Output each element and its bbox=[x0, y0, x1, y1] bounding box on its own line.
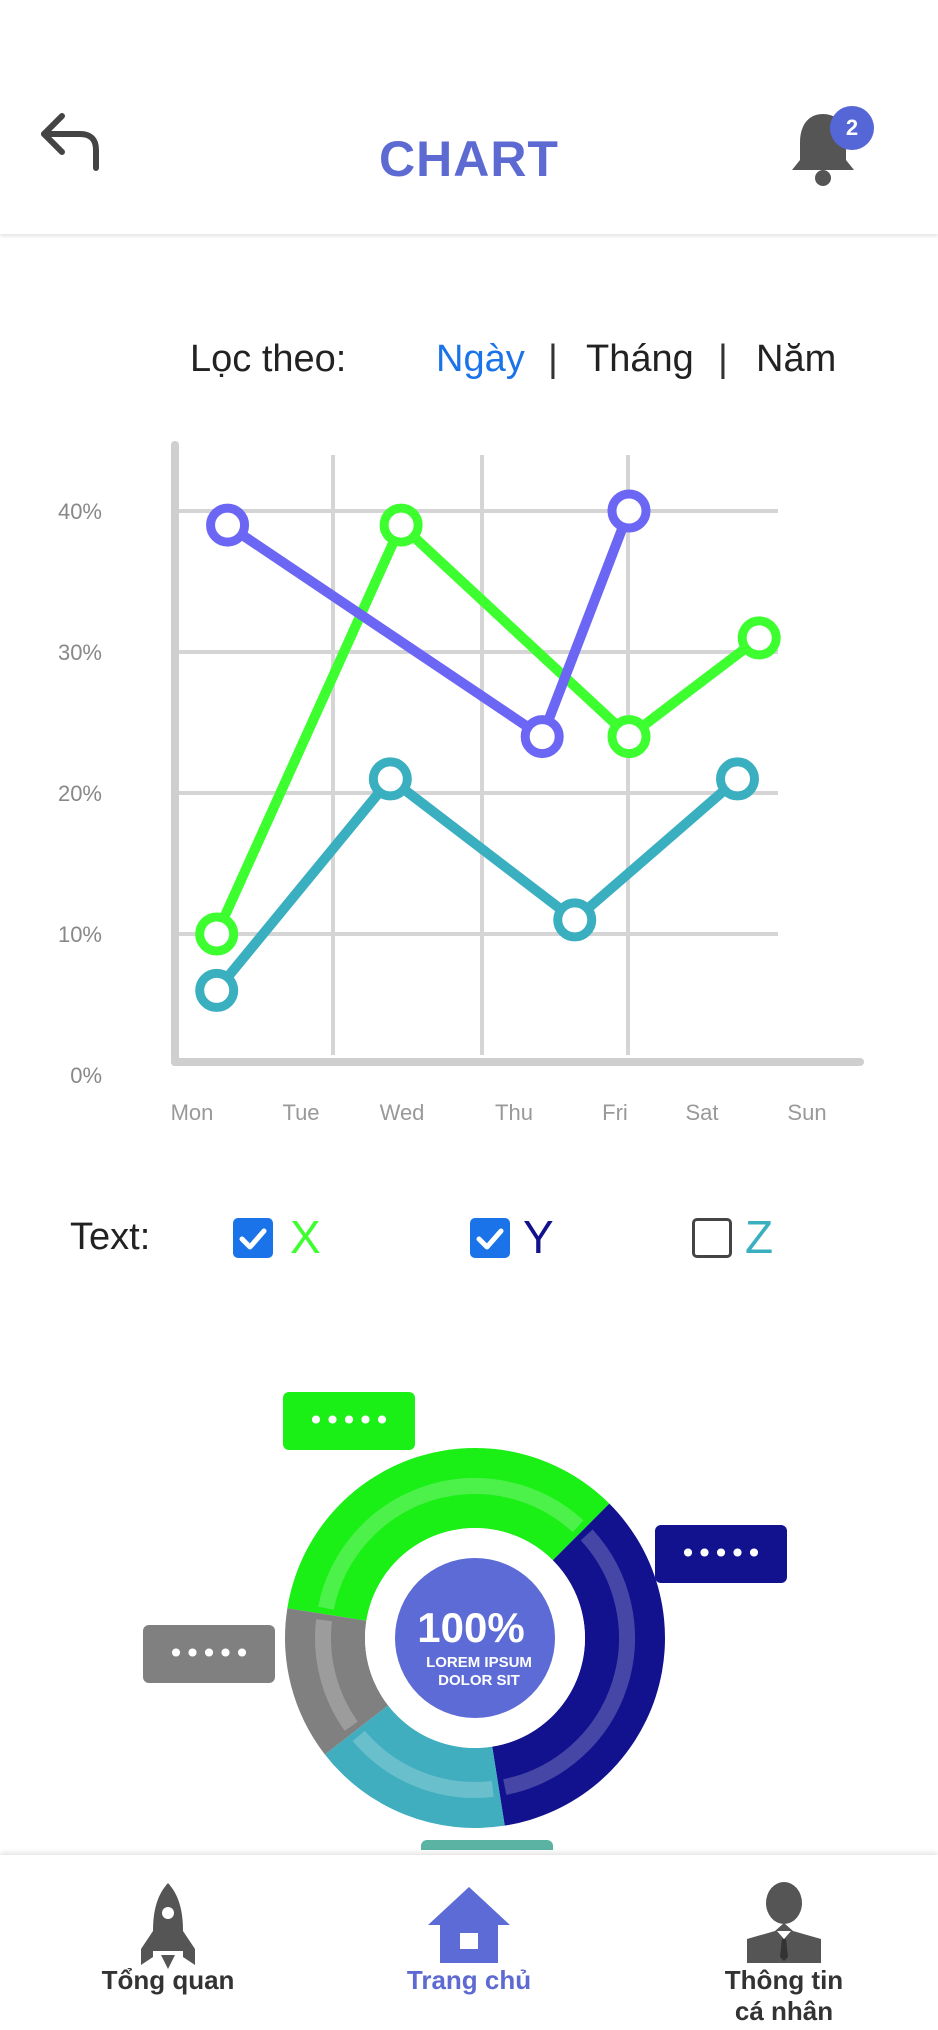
data-point-x bbox=[737, 616, 781, 660]
x-tick-label: Wed bbox=[380, 1100, 425, 1125]
checkbox-z[interactable] bbox=[692, 1218, 732, 1258]
legend-y: Y bbox=[523, 1211, 554, 1263]
y-tick-label: 20% bbox=[58, 781, 102, 806]
nav-label-profile-line1: Thông tin bbox=[724, 1965, 844, 1995]
tag-green-text: ••••• bbox=[308, 1404, 391, 1437]
filter-option-day[interactable]: Ngày bbox=[436, 338, 525, 381]
data-point-z bbox=[195, 968, 239, 1012]
check-icon bbox=[239, 1228, 267, 1250]
x-tick-label: Thu bbox=[495, 1100, 533, 1125]
legend-z: Z bbox=[745, 1211, 774, 1263]
checkbox-x[interactable] bbox=[233, 1218, 273, 1258]
bottom-nav: Tổng quan Trang chủ Thông tin cá nhân bbox=[0, 1855, 938, 2030]
notification-badge: 2 bbox=[830, 106, 874, 150]
data-point-y bbox=[520, 715, 564, 759]
y-tick-label: 30% bbox=[58, 640, 102, 665]
home-icon bbox=[428, 1887, 510, 1963]
donut-center-line1: LOREM IPSUM bbox=[426, 1654, 532, 1671]
series-line-x bbox=[211, 520, 765, 939]
data-point-z bbox=[553, 898, 597, 942]
app-header: CHART 2 bbox=[0, 0, 938, 234]
nav-item-profile[interactable]: Thông tin cá nhân bbox=[634, 1855, 934, 2030]
nav-label-profile: Thông tin cá nhân bbox=[634, 1965, 934, 2027]
legend-label: Text: bbox=[70, 1216, 151, 1258]
y-tick-label: 40% bbox=[58, 499, 102, 524]
tag-gray-text: ••••• bbox=[168, 1637, 251, 1670]
tag-navy-text: ••••• bbox=[680, 1537, 763, 1570]
rocket-icon bbox=[141, 1883, 195, 1969]
y-tick-label: 10% bbox=[58, 922, 102, 947]
data-point-x bbox=[195, 912, 239, 956]
filter-label: Lọc theo: bbox=[190, 338, 347, 380]
donut-center-value: 100% bbox=[417, 1604, 524, 1651]
checkbox-y[interactable] bbox=[470, 1218, 510, 1258]
data-point-y bbox=[206, 503, 250, 547]
data-point-x bbox=[379, 503, 423, 547]
data-point-y bbox=[607, 489, 651, 533]
legend-x: X bbox=[290, 1211, 321, 1263]
x-tick-label: Sun bbox=[787, 1100, 826, 1125]
line-chart: 0% 10% 20% 30% 40% Mon Tue Wed Thu Fri Sat Sun bbox=[58, 441, 864, 1125]
x-tick-label: Sat bbox=[685, 1100, 718, 1125]
donut-center-line2: DOLOR SIT bbox=[438, 1672, 520, 1689]
filter-option-year[interactable]: Năm bbox=[756, 338, 836, 381]
filter-separator: | bbox=[718, 338, 728, 380]
x-tick-label: Mon bbox=[171, 1100, 214, 1125]
x-tick-label: Fri bbox=[602, 1100, 628, 1125]
legend-row: Text: X Y Z bbox=[0, 1210, 938, 1270]
data-point-z bbox=[716, 757, 759, 801]
nav-label-overview: Tổng quan bbox=[101, 1965, 235, 1995]
nav-item-home[interactable]: Trang chủ bbox=[319, 1855, 619, 2030]
donut-chart: 100% LOREM IPSUM DOLOR SIT ••••• ••••• •… bbox=[143, 1392, 787, 1850]
nav-label-profile-line2: cá nhân bbox=[734, 1996, 834, 2026]
person-icon bbox=[747, 1882, 821, 1963]
data-point-x bbox=[607, 715, 651, 759]
y-tick-label: 0% bbox=[70, 1063, 102, 1088]
filter-separator: | bbox=[548, 338, 558, 380]
filter-row: Lọc theo: Ngày | Tháng | Năm bbox=[0, 338, 938, 388]
series-line-z bbox=[211, 773, 743, 996]
x-tick-label: Tue bbox=[282, 1100, 319, 1125]
nav-item-overview[interactable]: Tổng quan bbox=[18, 1855, 318, 2030]
check-icon bbox=[476, 1228, 504, 1250]
filter-option-month[interactable]: Tháng bbox=[586, 338, 694, 381]
nav-label-home: Trang chủ bbox=[406, 1965, 532, 1995]
data-point-z bbox=[368, 757, 412, 801]
tag-teal bbox=[421, 1840, 553, 1850]
